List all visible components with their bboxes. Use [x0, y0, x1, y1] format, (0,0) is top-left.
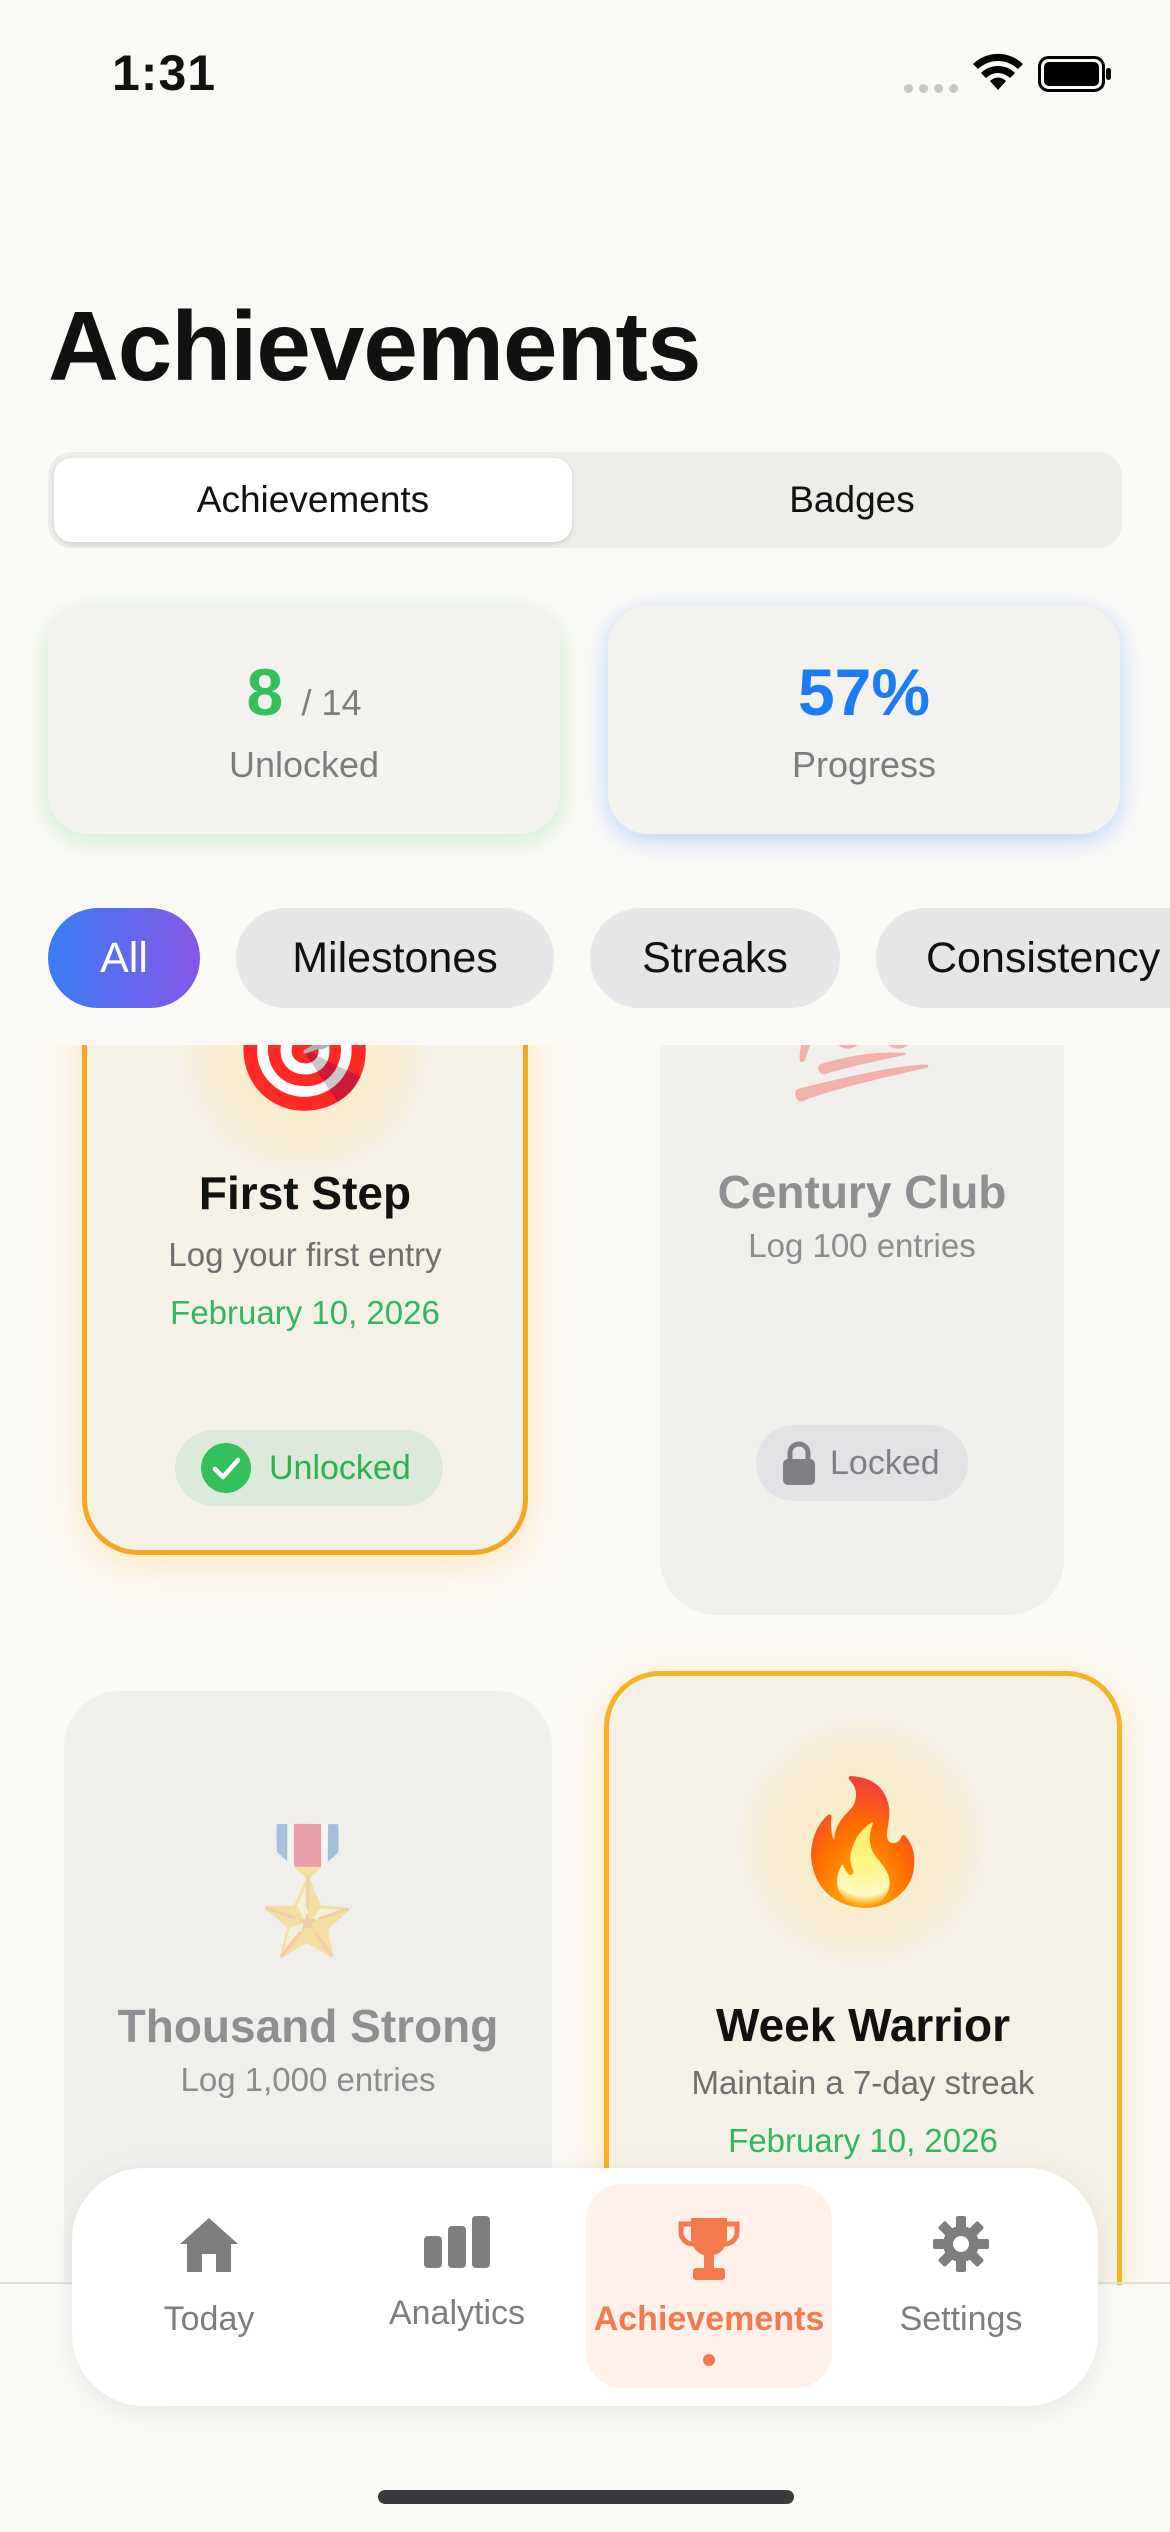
progress-value: 57% [797, 655, 931, 729]
bar-chart-icon [424, 2216, 490, 2268]
status-time: 1:31 [112, 45, 217, 101]
active-tab-dot [703, 2354, 715, 2366]
filter-chip-streaks[interactable]: Streaks [590, 908, 840, 1008]
status-badge-label: Locked [830, 1443, 940, 1482]
segmented-control: Achievements Badges [48, 452, 1122, 548]
medal-icon: 🎖️ [233, 1824, 383, 1958]
lock-icon [783, 1441, 815, 1485]
segment-achievements[interactable]: Achievements [54, 458, 572, 542]
home-indicator [378, 2490, 794, 2504]
achievement-date: February 10, 2026 [170, 1294, 440, 1331]
tab-label: Analytics [388, 2294, 526, 2332]
unlocked-stat-card: 8 / 14 Unlocked [48, 606, 560, 834]
filter-chip-all[interactable]: All [48, 908, 200, 1008]
achievement-title: Thousand Strong [117, 2000, 499, 2052]
target-icon: 🎯 [230, 1045, 380, 1117]
achievement-description: Maintain a 7-day streak [691, 2064, 1035, 2101]
filter-chip-milestones[interactable]: Milestones [236, 908, 554, 1008]
achievement-title: Week Warrior [716, 1999, 1010, 2051]
fire-icon: 🔥 [788, 1775, 938, 1909]
unlocked-label: Unlocked [228, 744, 380, 785]
achievements-grid: 🎯 First Step Log your first entry Februa… [0, 1045, 1170, 2285]
cellular-signal-icon [904, 80, 964, 98]
page-title: Achievements [48, 291, 702, 401]
tab-achievements[interactable]: Achievements [586, 2184, 832, 2388]
tab-label: Settings [899, 2300, 1023, 2338]
progress-label: Progress [791, 744, 937, 785]
battery-icon [1038, 56, 1111, 92]
gear-icon [933, 2216, 989, 2272]
tab-label: Today [163, 2300, 255, 2338]
unlocked-count: 8 [246, 655, 284, 729]
unlocked-total: / 14 [301, 682, 362, 723]
achievement-description: Log 1,000 entries [180, 2061, 436, 2098]
hundred-points-icon: 💯 [742, 1045, 982, 1155]
tab-bar: Today Analytics Achievements Settings [72, 2168, 1098, 2406]
trophy-icon [678, 2218, 740, 2280]
wifi-icon [973, 53, 1023, 90]
achievement-card-century-club[interactable]: 💯 Century Club Log 100 entries Locked [660, 1045, 1064, 1615]
achievement-description: Log 100 entries [748, 1227, 976, 1264]
status-badge-unlocked: Unlocked [175, 1430, 443, 1506]
tab-today[interactable]: Today [86, 2168, 332, 2406]
achievement-title: First Step [198, 1167, 412, 1219]
tab-label: Achievements [593, 2300, 825, 2338]
checkmark-circle-icon [201, 1443, 251, 1493]
status-badge-locked: Locked [756, 1425, 968, 1501]
achievement-description: Log your first entry [168, 1236, 442, 1273]
tab-settings[interactable]: Settings [838, 2168, 1084, 2406]
achievement-date: February 10, 2026 [728, 2122, 998, 2159]
unlocked-count-row: 8 / 14 [48, 654, 560, 730]
house-icon [180, 2218, 238, 2272]
segment-badges[interactable]: Badges [588, 458, 1116, 542]
filter-chip-consistency[interactable]: Consistency [876, 908, 1170, 1008]
progress-stat-card: 57% Progress [608, 606, 1120, 834]
status-badge-label: Unlocked [269, 1448, 411, 1487]
achievement-card-first-step[interactable]: 🎯 First Step Log your first entry Februa… [82, 1045, 528, 1555]
tab-analytics[interactable]: Analytics [334, 2168, 580, 2406]
achievement-title: Century Club [717, 1166, 1007, 1218]
